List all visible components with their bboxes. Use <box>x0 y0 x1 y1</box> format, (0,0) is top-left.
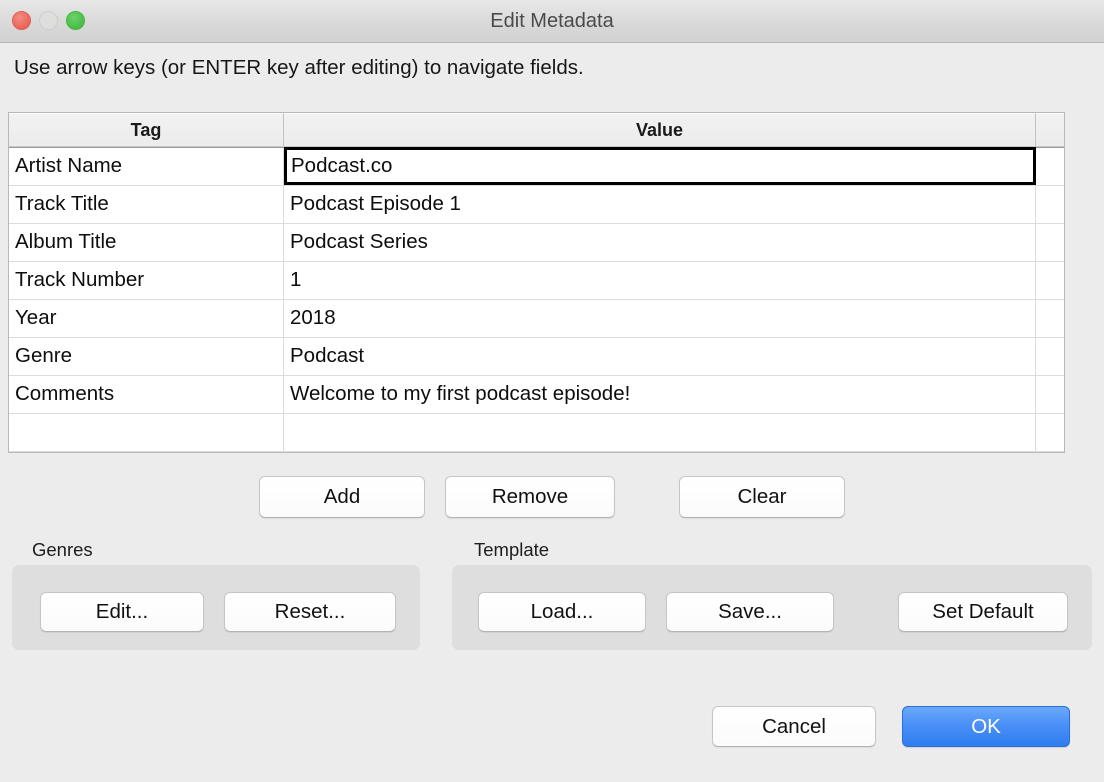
value-cell[interactable]: Podcast Episode 1 <box>284 186 1036 223</box>
tag-cell[interactable]: Track Title <box>9 186 284 223</box>
spacer-cell <box>1036 262 1064 299</box>
genres-edit-button[interactable]: Edit... <box>40 592 204 632</box>
window-titlebar: Edit Metadata <box>0 0 1104 43</box>
spacer-cell <box>1036 224 1064 261</box>
row-action-buttons: Add Remove Clear <box>0 476 1104 518</box>
table-row[interactable]: Comments Welcome to my first podcast epis… <box>9 376 1064 414</box>
value-cell[interactable]: 2018 <box>284 300 1036 337</box>
spacer-cell <box>1036 186 1064 223</box>
clear-button[interactable]: Clear <box>679 476 845 518</box>
table-row[interactable]: Album Title Podcast Series <box>9 224 1064 262</box>
table-row[interactable]: Genre Podcast <box>9 338 1064 376</box>
ok-button[interactable]: OK <box>902 706 1070 747</box>
value-cell-editing[interactable]: Podcast.co <box>284 147 1036 185</box>
template-save-button[interactable]: Save... <box>666 592 834 632</box>
tag-cell[interactable]: Year <box>9 300 284 337</box>
value-cell[interactable] <box>284 414 1036 451</box>
table-row[interactable] <box>9 414 1064 452</box>
spacer-cell <box>1036 300 1064 337</box>
table-row[interactable]: Track Title Podcast Episode 1 <box>9 186 1064 224</box>
window-title: Edit Metadata <box>490 10 614 32</box>
table-row[interactable]: Year 2018 <box>9 300 1064 338</box>
genres-group-label: Genres <box>32 539 93 560</box>
table-row[interactable]: Artist Name Podcast.co <box>9 147 1064 186</box>
template-load-button[interactable]: Load... <box>478 592 646 632</box>
value-cell[interactable]: Welcome to my first podcast episode! <box>284 376 1036 413</box>
column-header-spacer[interactable] <box>1036 113 1064 147</box>
cancel-button[interactable]: Cancel <box>712 706 876 747</box>
remove-button[interactable]: Remove <box>445 476 615 518</box>
table-row[interactable]: Track Number 1 <box>9 262 1064 300</box>
tag-cell[interactable]: Comments <box>9 376 284 413</box>
tag-cell[interactable]: Artist Name <box>9 148 284 185</box>
spacer-cell <box>1036 148 1064 185</box>
spacer-cell <box>1036 338 1064 375</box>
column-header-tag[interactable]: Tag <box>9 113 284 147</box>
template-set-default-button[interactable]: Set Default <box>898 592 1068 632</box>
instruction-text: Use arrow keys (or ENTER key after editi… <box>14 56 584 79</box>
template-group-label: Template <box>474 539 550 560</box>
value-cell[interactable]: Podcast <box>284 338 1036 375</box>
tag-cell[interactable]: Track Number <box>9 262 284 299</box>
metadata-table: Tag Value Artist Name Podcast.co Track Tit… <box>8 112 1065 453</box>
add-button[interactable]: Add <box>259 476 425 518</box>
tag-cell[interactable]: Album Title <box>9 224 284 261</box>
spacer-cell <box>1036 376 1064 413</box>
value-cell[interactable]: Podcast Series <box>284 224 1036 261</box>
genres-reset-button[interactable]: Reset... <box>224 592 396 632</box>
table-body: Artist Name Podcast.co Track Title Podcast … <box>9 147 1064 452</box>
tag-cell[interactable] <box>9 414 284 451</box>
tag-cell[interactable]: Genre <box>9 338 284 375</box>
spacer-cell <box>1036 414 1064 451</box>
value-cell[interactable]: 1 <box>284 262 1036 299</box>
table-header-row: Tag Value <box>9 113 1064 148</box>
column-header-value[interactable]: Value <box>284 113 1036 147</box>
